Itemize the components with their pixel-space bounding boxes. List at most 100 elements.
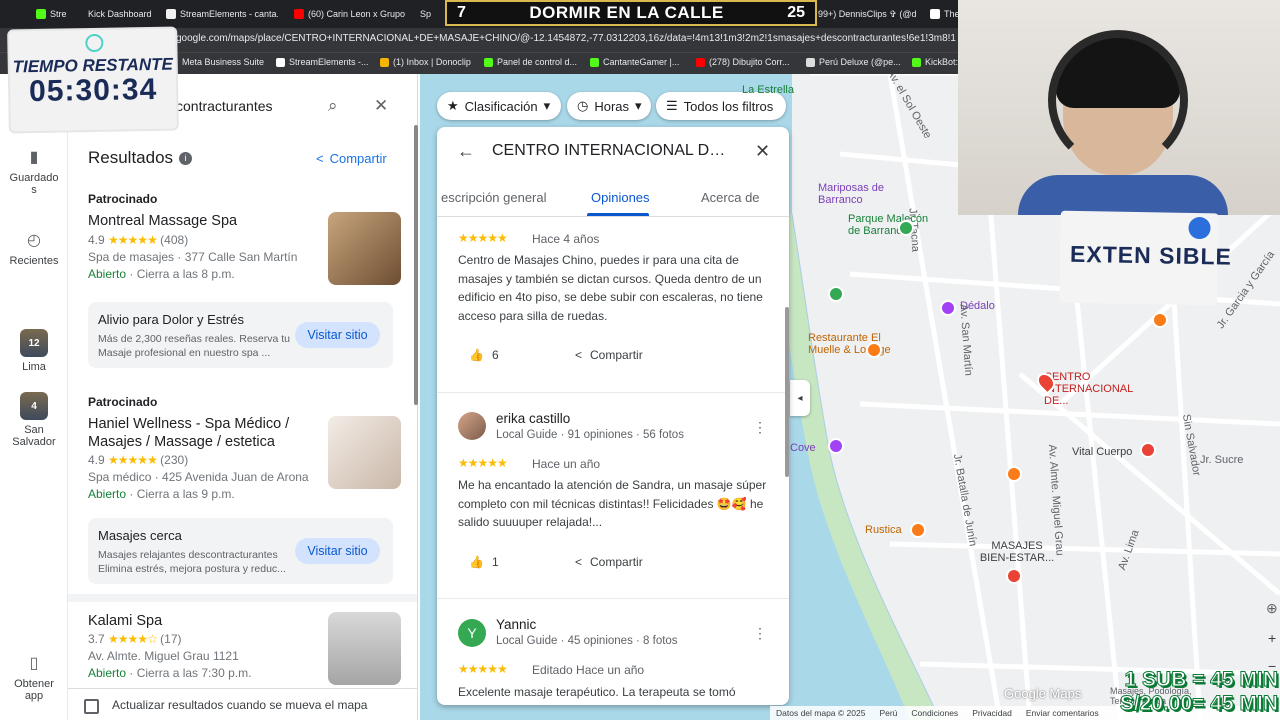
- back-arrow-icon[interactable]: ←: [457, 141, 475, 162]
- map-poi-label: La Estrella: [742, 84, 794, 96]
- ad-card[interactable]: Alivio para Dolor y Estrés Más de 2,300 …: [88, 302, 393, 368]
- bookmark-donoclip[interactable]: (1) Inbox | Donoclip: [380, 57, 471, 67]
- filter-all[interactable]: ☰ Todos los filtros: [656, 92, 786, 120]
- map-pin[interactable]: [828, 438, 844, 454]
- map-pin[interactable]: [940, 300, 956, 316]
- search-icon[interactable]: ⌕: [328, 96, 338, 116]
- ball-icon: [1188, 216, 1211, 240]
- chevron-down-icon: ▾: [635, 98, 642, 113]
- more-options-icon[interactable]: ⋮: [753, 625, 767, 642]
- map-pin[interactable]: [1006, 466, 1022, 482]
- tab-reviews[interactable]: Opiniones: [591, 190, 650, 205]
- result-photo[interactable]: [328, 416, 401, 489]
- result-name[interactable]: Kalami Spa: [88, 612, 308, 630]
- tab-about[interactable]: Acerca de: [701, 190, 760, 205]
- update-results-label: Actualizar resultados cuando se mueva el…: [112, 698, 368, 712]
- visit-site-button[interactable]: Visitar sitio: [295, 322, 380, 348]
- result-address: Av. Almte. Miguel Grau 1121: [88, 649, 239, 663]
- result-name[interactable]: Montreal Massage Spa: [88, 212, 308, 230]
- browser-tab-streamelements[interactable]: StreamElements - canta...: [166, 5, 278, 23]
- webcam-overlay: [958, 0, 1280, 215]
- review-share-button[interactable]: < Compartir: [575, 348, 643, 362]
- tab-overview[interactable]: escripción general: [441, 190, 547, 205]
- rail-get-app[interactable]: ▯ Obtener app: [0, 652, 68, 702]
- like-button[interactable]: 👍 1: [469, 555, 499, 569]
- url-text[interactable]: google.com/maps/place/CENTRO+INTERNACION…: [176, 33, 956, 44]
- rail-recent-label: Recientes: [9, 255, 59, 267]
- locate-icon[interactable]: ⊕: [1266, 600, 1278, 617]
- update-results-checkbox[interactable]: Actualizar resultados cuando se mueva el…: [68, 688, 417, 720]
- rail-recent[interactable]: ◴ Recientes: [0, 229, 68, 267]
- review-date: Hace un año: [532, 457, 601, 471]
- browser-tab-the[interactable]: The: [930, 5, 960, 23]
- more-options-icon[interactable]: ⋮: [753, 419, 767, 436]
- share-results-button[interactable]: < Compartir: [316, 151, 387, 166]
- share-icon: <: [575, 348, 583, 362]
- clock-icon: [85, 33, 104, 53]
- rail-san-salvador[interactable]: 4 San Salvador: [0, 392, 68, 448]
- close-icon[interactable]: ✕: [755, 141, 770, 162]
- result-name[interactable]: Haniel Wellness - Spa Médico / Masajes /…: [88, 415, 308, 451]
- review-divider: [437, 598, 789, 599]
- map-pin[interactable]: [1140, 442, 1156, 458]
- like-button[interactable]: 👍 6: [469, 348, 499, 362]
- collapse-panel-button[interactable]: ◂: [790, 380, 810, 416]
- filter-hours[interactable]: ◷ Horas ▾: [567, 92, 651, 120]
- reviewer-name[interactable]: erika castillo: [496, 411, 570, 426]
- lima-thumbnail: 12: [20, 329, 48, 357]
- rail-saved[interactable]: ▮ Guardados: [0, 146, 68, 196]
- bookmark-icon: ▮: [29, 149, 39, 166]
- visit-site-button[interactable]: Visitar sitio: [295, 538, 380, 564]
- bookmark-dibujito[interactable]: (278) Dibujito Corr...: [696, 57, 790, 67]
- filter-classification[interactable]: ★ Clasificación ▾: [437, 92, 561, 120]
- stream-title: DORMIR EN LA CALLE: [529, 3, 724, 22]
- review-stars: ★★★★★: [458, 456, 508, 470]
- browser-tab-kick[interactable]: Kick Dashboard: [88, 5, 154, 23]
- bookmark-streamelements[interactable]: StreamElements -...: [276, 57, 369, 67]
- share-icon: <: [316, 151, 324, 166]
- reviewer-avatar[interactable]: Y: [458, 619, 486, 647]
- rail-lima[interactable]: 12 Lima: [0, 329, 68, 373]
- section-divider: [68, 594, 417, 602]
- map-data-credit: Datos del mapa © 2025: [776, 708, 866, 718]
- browser-tab-sp[interactable]: Sp: [420, 5, 442, 23]
- bookmark-meta-business[interactable]: Meta Business Suite: [182, 57, 264, 67]
- checkbox-icon[interactable]: [84, 699, 99, 714]
- close-icon[interactable]: ✕: [374, 96, 388, 116]
- review-share-button[interactable]: < Compartir: [575, 555, 643, 569]
- ad-card[interactable]: Masajes cerca Masajes relajantes descont…: [88, 518, 393, 584]
- map-pin[interactable]: [1152, 312, 1168, 328]
- bookmark-cantantegamer[interactable]: CantanteGamer |...: [590, 57, 679, 67]
- results-scrollbar[interactable]: [414, 125, 418, 405]
- detail-scrollbar[interactable]: [785, 307, 789, 477]
- map-poi-label: Vital Cuerpo: [1072, 446, 1133, 458]
- map-pin[interactable]: [828, 286, 844, 302]
- results-heading: Resultados i: [88, 148, 193, 168]
- browser-tab-youtube[interactable]: (60) Carin Leon x Grupo: [294, 5, 412, 23]
- map-pin[interactable]: [898, 220, 914, 236]
- zoom-in-button[interactable]: +: [1268, 630, 1276, 646]
- terms-link[interactable]: Condiciones: [911, 708, 958, 718]
- result-photo[interactable]: [328, 212, 401, 285]
- search-input[interactable]: contracturantes: [176, 98, 273, 114]
- map-pin[interactable]: [866, 342, 882, 358]
- reviewer-name[interactable]: Yannic: [496, 617, 536, 632]
- info-icon[interactable]: i: [179, 151, 193, 165]
- bookmark-peru-deluxe[interactable]: Perú Deluxe (@pe...: [806, 57, 901, 67]
- map-poi-label: Rustica: [865, 524, 902, 536]
- browser-tab[interactable]: Strea...: [36, 5, 66, 23]
- timer-value: 05:30:34: [28, 72, 158, 109]
- bookmark-kickbot[interactable]: KickBot:: [912, 57, 958, 67]
- map-pin[interactable]: [910, 522, 926, 538]
- browser-tab-dennisclips[interactable]: 99+) DennisClips ✞ (@d: [818, 5, 922, 23]
- result-photo[interactable]: [328, 612, 401, 685]
- results-title: Resultados: [88, 148, 174, 167]
- review-stars: ★★★★★: [458, 231, 508, 245]
- map-country-link[interactable]: Perú: [879, 708, 897, 718]
- bookmark-panel-control[interactable]: Panel de control d...: [484, 57, 577, 67]
- privacy-link[interactable]: Privacidad: [972, 708, 1012, 718]
- review-divider: [437, 392, 789, 393]
- reviewer-avatar[interactable]: [458, 412, 486, 440]
- map-pin[interactable]: [1006, 568, 1022, 584]
- results-panel: contracturantes ⌕ ✕ Resultados i < Compa…: [68, 74, 418, 720]
